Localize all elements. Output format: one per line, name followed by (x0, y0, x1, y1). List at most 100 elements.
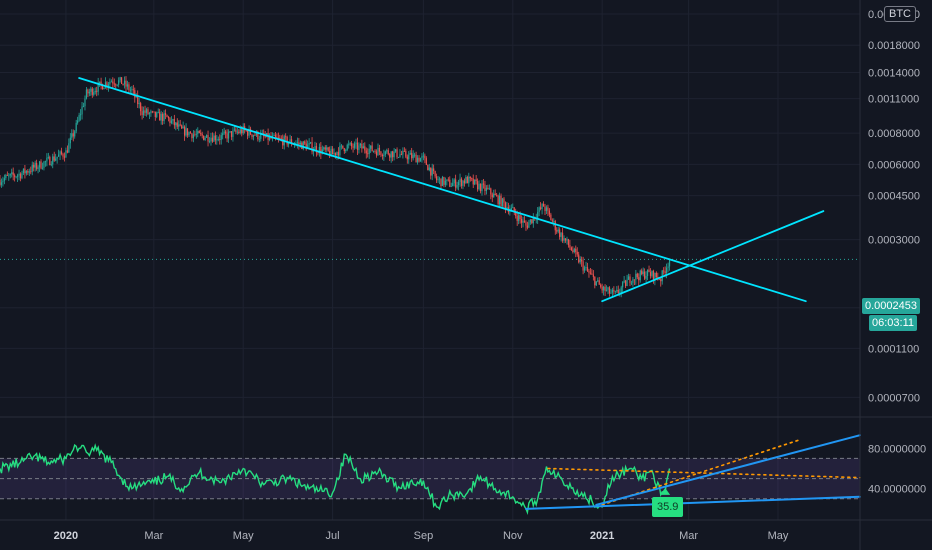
candle-body (72, 133, 74, 137)
price-tick-label: 0.0014000 (868, 67, 920, 79)
candle-body (396, 149, 398, 158)
candle-body (5, 175, 7, 179)
candle-body (638, 277, 640, 281)
candle-body (424, 155, 426, 159)
candle-body (14, 175, 16, 177)
candle-body (564, 238, 567, 241)
candle-body (456, 185, 458, 188)
candle-body (636, 273, 638, 278)
candle-body (59, 151, 61, 155)
price-tick-label: 0.0006000 (868, 159, 920, 171)
candle-body (411, 153, 413, 159)
candle-body (512, 207, 514, 209)
candle-body (18, 173, 20, 176)
candle-body (189, 132, 192, 134)
candle-body (663, 270, 665, 272)
candle-body (182, 126, 184, 129)
candle-body (225, 131, 227, 134)
candle-body (468, 176, 470, 184)
candle-body (84, 98, 86, 107)
candle-body (474, 179, 476, 185)
candle-body (258, 138, 260, 140)
chart-canvas[interactable]: 0.00240000.00180000.00140000.00110000.00… (0, 0, 932, 550)
candle-body (550, 214, 552, 221)
candle-body (148, 113, 151, 115)
candle-body (348, 144, 350, 146)
candle-body (132, 89, 134, 91)
candle-body (185, 128, 187, 136)
candle-body (519, 215, 521, 220)
candle-body (648, 269, 650, 273)
candle-body (65, 150, 67, 158)
candle-body (340, 145, 342, 147)
candle-body (655, 272, 657, 277)
candle-body (216, 139, 218, 141)
candle-body (667, 266, 669, 268)
candle-body (520, 219, 523, 223)
candle-body (531, 219, 533, 224)
candle-body (208, 141, 211, 142)
candle-body (34, 162, 36, 168)
candle-body (597, 280, 599, 282)
candle-body (465, 177, 467, 184)
candle-body (518, 215, 520, 221)
candle-body (200, 133, 202, 134)
candle-body (203, 135, 205, 140)
candle-body (219, 139, 221, 140)
candle-body (494, 193, 496, 196)
candle-body (652, 270, 655, 281)
candle-body (387, 150, 389, 155)
candle-body (510, 207, 512, 210)
candle-body (0, 179, 1, 185)
candle-body (561, 232, 564, 241)
candle-body (118, 80, 120, 85)
candle-body (537, 212, 539, 219)
candle-body (140, 103, 142, 112)
candle-body (223, 131, 225, 134)
candle-body (433, 168, 435, 172)
candle-body (573, 248, 575, 252)
candle-body (241, 129, 243, 134)
currency-badge[interactable]: BTC (884, 6, 916, 22)
candle-body (125, 80, 127, 87)
candle-body (123, 80, 126, 85)
candle-body (62, 153, 64, 157)
candle-body (589, 272, 592, 274)
candle-body (178, 124, 180, 127)
candle-body (351, 143, 353, 147)
candle-body (422, 155, 425, 157)
candle-body (153, 111, 155, 113)
price-tick-label: 0.0000700 (868, 392, 920, 404)
candle-body (336, 152, 338, 156)
candle-body (179, 124, 181, 126)
candle-body (563, 238, 565, 241)
candle-body (664, 271, 666, 273)
candle-body (604, 286, 606, 291)
candle-body (96, 90, 98, 92)
candle-body (128, 84, 130, 90)
candle-body (490, 188, 492, 195)
candle-body (49, 156, 51, 166)
candle-body (430, 167, 432, 176)
candle-body (418, 157, 420, 162)
candle-body (88, 91, 90, 94)
candle-body (579, 259, 581, 263)
candle-body (629, 276, 631, 283)
candle-body (112, 81, 114, 84)
candle-body (431, 168, 433, 176)
candle-body (163, 113, 165, 121)
candle-body (2, 180, 4, 183)
candle-body (598, 280, 600, 285)
candle-body (639, 270, 641, 281)
candle-body (226, 133, 228, 139)
candle-body (370, 145, 372, 149)
candle-body (460, 178, 463, 186)
candle-body (586, 267, 589, 271)
candle-body (501, 198, 504, 207)
candle-body (150, 111, 152, 114)
candle-body (154, 111, 156, 117)
candle-body (578, 254, 580, 263)
candle-body (235, 129, 237, 133)
candle-body (660, 279, 662, 282)
candle-body (528, 222, 530, 228)
